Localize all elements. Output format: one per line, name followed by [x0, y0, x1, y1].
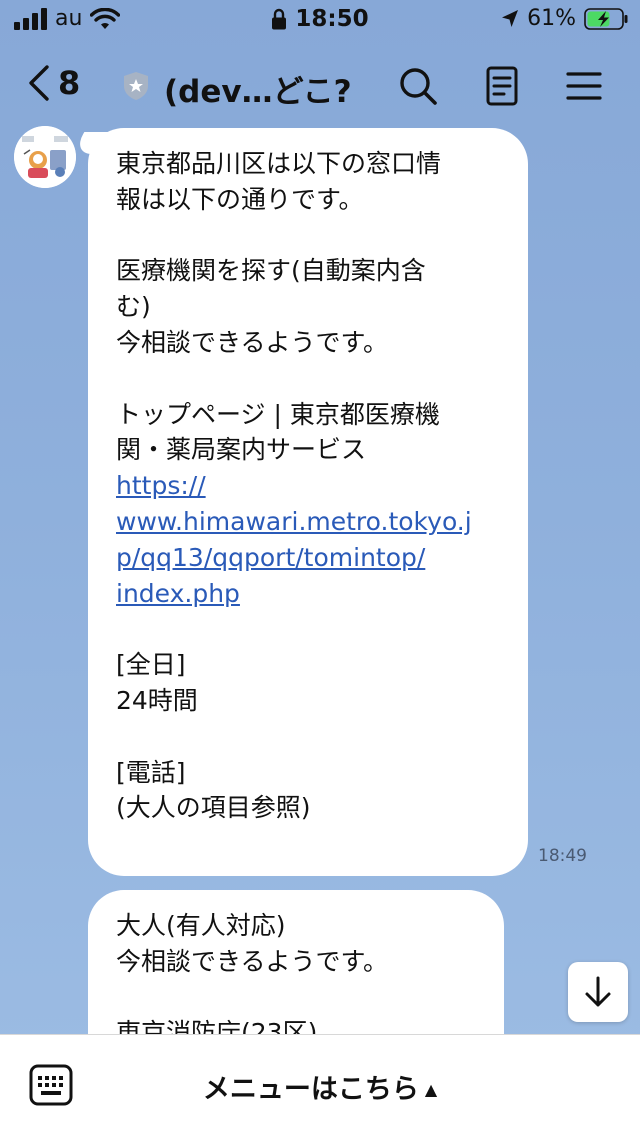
message-line: 医療機関を探す(自動案内含 — [116, 256, 426, 286]
message-line: 関・薬局案内サービス — [116, 435, 367, 465]
status-right: 61% — [501, 6, 628, 31]
message-link[interactable]: p/qq13/qqport/tomintop/ — [116, 540, 502, 576]
message-line: 24時間 — [116, 685, 198, 715]
message-line: 今相談できるようです。 — [116, 327, 389, 357]
message-line: 報は以下の通りです。 — [116, 184, 364, 214]
message-bubble: 東京都品川区は以下の窓口情 報は以下の通りです。 医療機関を探す(自動案内含 む… — [88, 128, 528, 876]
message-line: 今相談できるようです。 — [116, 946, 389, 976]
message-link[interactable]: index.php — [116, 576, 502, 612]
message-link[interactable]: https:// — [116, 468, 502, 504]
message-line: む) — [116, 292, 151, 322]
message-timestamp: 18:49 — [538, 846, 587, 866]
rich-menu-bar: メニューはこちら ▲ — [0, 1034, 640, 1136]
scroll-to-bottom-button[interactable] — [568, 962, 628, 1022]
rich-menu-toggle[interactable]: メニューはこちら ▲ — [0, 1067, 640, 1106]
rich-menu-label: メニューはこちら — [202, 1074, 419, 1105]
message-line — [116, 980, 478, 1016]
search-icon[interactable] — [396, 64, 440, 108]
message-line — [116, 719, 502, 755]
shield-icon — [124, 72, 148, 100]
menu-arrow-icon: ▲ — [424, 1080, 438, 1099]
message-line: トップページ | 東京都医療機 — [116, 399, 440, 429]
battery-icon — [584, 7, 628, 30]
battery-percent: 61% — [527, 6, 576, 31]
bot-avatar-image — [14, 126, 76, 188]
message-line — [116, 611, 502, 647]
menu-icon[interactable] — [562, 64, 606, 108]
arrow-down-icon — [585, 976, 611, 1007]
message-line: 東京都品川区は以下の窓口情 — [116, 149, 442, 178]
message-line — [116, 218, 502, 254]
lock-icon — [272, 8, 287, 30]
back-button[interactable]: 8 — [26, 64, 80, 102]
unread-count: 8 — [58, 64, 81, 102]
message-line: (大人の項目参照) — [116, 793, 311, 823]
message-line — [116, 361, 502, 397]
message-link[interactable]: www.himawari.metro.tokyo.j — [116, 504, 502, 540]
chat-title[interactable]: (dev…どこ? — [164, 66, 352, 111]
status-bar: au 18:50 61% — [0, 0, 640, 40]
message-line: [全日] — [116, 650, 186, 680]
chat-header: 8 (dev…どこ? — [0, 50, 640, 120]
notes-icon[interactable] — [480, 64, 524, 108]
status-time: 18:50 — [295, 6, 369, 32]
location-icon — [502, 9, 519, 27]
message-line: [電話] — [116, 757, 186, 787]
message-line: 大人(有人対応) — [116, 911, 286, 940]
bot-avatar[interactable] — [14, 126, 76, 188]
back-chevron-icon — [29, 65, 49, 101]
